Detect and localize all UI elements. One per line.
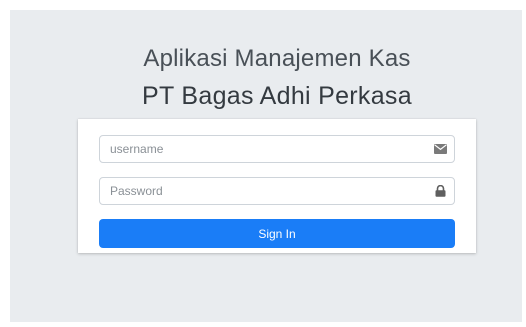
envelope-icon	[426, 136, 454, 162]
password-input[interactable]	[100, 178, 426, 204]
username-input-group	[99, 135, 455, 163]
password-input-group	[99, 177, 455, 205]
company-name: PT Bagas Adhi Perkasa	[142, 82, 412, 110]
username-input[interactable]	[100, 136, 426, 162]
login-box: Aplikasi Manajemen Kas PT Bagas Adhi Per…	[78, 44, 476, 253]
lock-icon	[426, 178, 454, 204]
sign-in-button[interactable]: Sign In	[99, 219, 455, 248]
app-title: Aplikasi Manajemen Kas	[143, 45, 411, 72]
login-card: Sign In	[78, 119, 476, 253]
